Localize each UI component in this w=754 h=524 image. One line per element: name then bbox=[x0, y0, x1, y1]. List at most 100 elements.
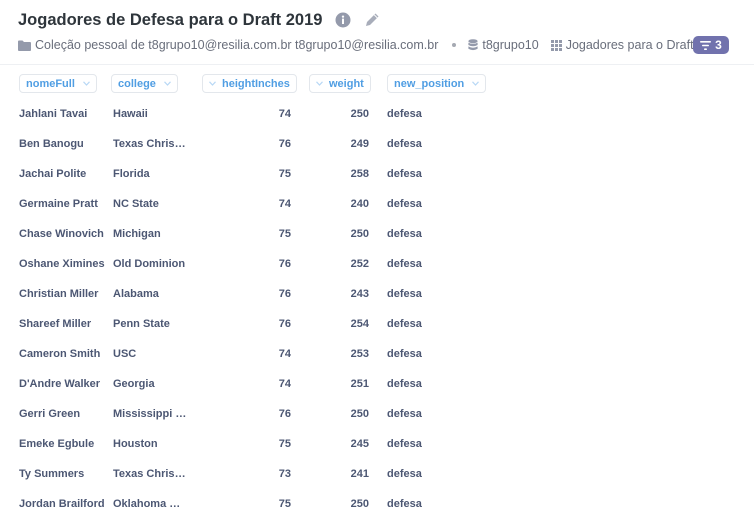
cell-college: Old Dominion bbox=[113, 258, 186, 270]
chevron-down-icon bbox=[316, 81, 323, 86]
cell-college: NC State bbox=[113, 198, 159, 210]
column-header-label: weight bbox=[329, 77, 364, 90]
cell-weight: 249 bbox=[350, 138, 369, 150]
cell-new_position: defesa bbox=[387, 378, 422, 390]
column-header-nomeFull[interactable]: nomeFull bbox=[19, 74, 97, 93]
cell-college: Texas Christian bbox=[113, 468, 187, 480]
cell-weight: 250 bbox=[350, 108, 369, 120]
cell-nomeFull: Jahlani Tavai bbox=[19, 108, 88, 120]
cell-heightInches: 74 bbox=[278, 348, 291, 360]
column-header-heightInches[interactable]: heightInches bbox=[202, 74, 297, 93]
breadcrumb-database-label: t8grupo10 bbox=[482, 38, 539, 52]
breadcrumb-separator bbox=[452, 43, 457, 47]
cell-nomeFull: Shareef Miller bbox=[19, 318, 92, 330]
info-icon[interactable] bbox=[335, 12, 351, 28]
cell-college: Penn State bbox=[113, 318, 170, 330]
cell-college: Georgia bbox=[113, 378, 155, 390]
column-header-college[interactable]: college bbox=[111, 74, 178, 93]
cell-heightInches: 74 bbox=[278, 378, 291, 390]
cell-heightInches: 76 bbox=[278, 138, 291, 150]
table-row: Gerri Green Mississippi St… 76 250 defes… bbox=[0, 399, 754, 429]
cell-weight: 250 bbox=[350, 228, 369, 240]
breadcrumb-collection[interactable]: Coleção pessoal de t8grupo10@resilia.com… bbox=[18, 38, 438, 52]
cell-heightInches: 75 bbox=[278, 498, 291, 510]
cell-heightInches: 73 bbox=[278, 468, 291, 480]
table-row: Jordan Brailford Oklahoma St… 75 250 def… bbox=[0, 489, 754, 519]
question-title: Jogadores de Defesa para o Draft 2019 bbox=[18, 10, 323, 29]
cell-heightInches: 76 bbox=[278, 288, 291, 300]
cell-weight: 245 bbox=[350, 438, 369, 450]
chevron-down-icon bbox=[82, 81, 90, 86]
filter-count: 3 bbox=[715, 38, 722, 52]
title-row: Jogadores de Defesa para o Draft 2019 bbox=[18, 9, 381, 31]
table-row: Ty Summers Texas Christian 73 241 defesa bbox=[0, 459, 754, 489]
cell-new_position: defesa bbox=[387, 258, 422, 270]
cell-heightInches: 74 bbox=[278, 108, 291, 120]
table-row: D'Andre Walker Georgia 74 251 defesa bbox=[0, 369, 754, 399]
cell-new_position: defesa bbox=[387, 408, 422, 420]
breadcrumb-database[interactable]: t8grupo10 bbox=[468, 38, 539, 52]
filter-count-badge[interactable]: 3 bbox=[693, 36, 729, 54]
cell-new_position: defesa bbox=[387, 468, 422, 480]
cell-new_position: defesa bbox=[387, 318, 422, 330]
cell-nomeFull: D'Andre Walker bbox=[19, 378, 101, 390]
cell-new_position: defesa bbox=[387, 138, 422, 150]
chevron-down-icon bbox=[163, 81, 171, 86]
cell-nomeFull: Cameron Smith bbox=[19, 348, 101, 360]
cell-college: USC bbox=[113, 348, 137, 360]
chevron-down-icon bbox=[209, 81, 216, 86]
column-header-label: heightInches bbox=[222, 77, 290, 90]
chevron-down-icon bbox=[472, 81, 480, 86]
cell-heightInches: 75 bbox=[278, 168, 291, 180]
cell-weight: 250 bbox=[350, 498, 369, 510]
cell-new_position: defesa bbox=[387, 108, 422, 120]
cell-weight: 253 bbox=[350, 348, 369, 360]
edit-pencil-icon[interactable] bbox=[363, 11, 381, 29]
cell-weight: 258 bbox=[350, 168, 369, 180]
question-header: Jogadores de Defesa para o Draft 2019 Co… bbox=[0, 0, 754, 62]
table-row: Chase Winovich Michigan 75 250 defesa bbox=[0, 219, 754, 249]
table-row: Germaine Pratt NC State 74 240 defesa bbox=[0, 189, 754, 219]
cell-new_position: defesa bbox=[387, 168, 422, 180]
folder-icon bbox=[18, 40, 31, 51]
cell-nomeFull: Jordan Brailford bbox=[19, 498, 105, 510]
cell-nomeFull: Emeke Egbule bbox=[19, 438, 95, 450]
column-header-label: new_position bbox=[394, 77, 465, 90]
cell-new_position: defesa bbox=[387, 498, 422, 510]
cell-new_position: defesa bbox=[387, 198, 422, 210]
table-row: Shareef Miller Penn State 76 254 defesa bbox=[0, 309, 754, 339]
cell-weight: 252 bbox=[350, 258, 369, 270]
cell-nomeFull: Jachai Polite bbox=[19, 168, 87, 180]
cell-heightInches: 76 bbox=[278, 318, 291, 330]
cell-college: Alabama bbox=[113, 288, 159, 300]
cell-weight: 250 bbox=[350, 408, 369, 420]
table-grid-icon bbox=[550, 39, 562, 51]
cell-nomeFull: Oshane Ximines bbox=[19, 258, 105, 270]
cell-college: Oklahoma St… bbox=[113, 498, 187, 510]
filter-icon bbox=[700, 40, 712, 50]
cell-college: Hawaii bbox=[113, 108, 148, 120]
column-header-weight[interactable]: weight bbox=[309, 74, 371, 93]
breadcrumb: Coleção pessoal de t8grupo10@resilia.com… bbox=[18, 36, 725, 54]
column-header-new_position[interactable]: new_position bbox=[387, 74, 487, 93]
cell-nomeFull: Christian Miller bbox=[19, 288, 99, 300]
cell-nomeFull: Ty Summers bbox=[19, 468, 85, 480]
table-row: Ben Banogu Texas Christian 76 249 defesa bbox=[0, 129, 754, 159]
cell-heightInches: 75 bbox=[278, 438, 291, 450]
cell-heightInches: 76 bbox=[278, 258, 291, 270]
cell-college: Michigan bbox=[113, 228, 161, 240]
table-row: Jahlani Tavai Hawaii 74 250 defesa bbox=[0, 99, 754, 129]
divider bbox=[0, 64, 754, 65]
cell-nomeFull: Germaine Pratt bbox=[19, 198, 98, 210]
cell-weight: 251 bbox=[350, 378, 369, 390]
cell-heightInches: 76 bbox=[278, 408, 291, 420]
cell-heightInches: 75 bbox=[278, 228, 291, 240]
column-header-label: college bbox=[118, 77, 156, 90]
cell-weight: 254 bbox=[350, 318, 369, 330]
table-row: Christian Miller Alabama 76 243 defesa bbox=[0, 279, 754, 309]
cell-heightInches: 74 bbox=[278, 198, 291, 210]
cell-weight: 243 bbox=[350, 288, 369, 300]
table-row: Emeke Egbule Houston 75 245 defesa bbox=[0, 429, 754, 459]
cell-college: Houston bbox=[113, 438, 158, 450]
cell-nomeFull: Chase Winovich bbox=[19, 228, 104, 240]
